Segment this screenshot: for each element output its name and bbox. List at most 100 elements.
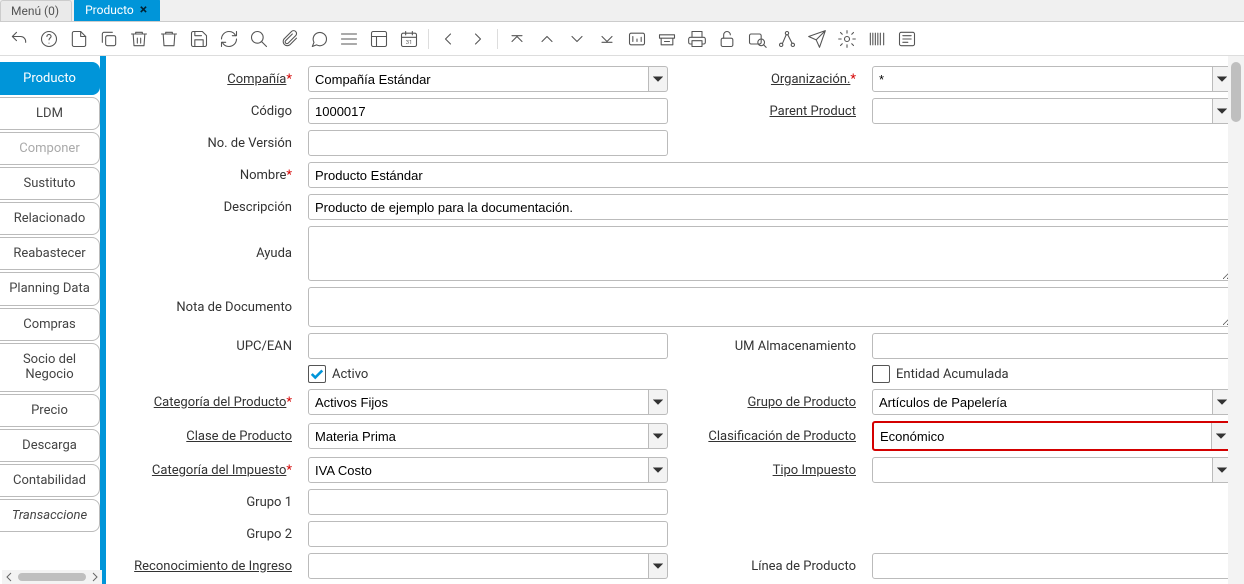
active-checkbox-row[interactable]: Activo	[308, 365, 668, 383]
lock-icon[interactable]	[716, 28, 738, 50]
active-checkbox[interactable]	[308, 365, 326, 383]
revenue-recognition-input[interactable]	[308, 553, 649, 579]
nav-next-icon[interactable]	[467, 28, 489, 50]
save-icon[interactable]	[188, 28, 210, 50]
delete-line-icon[interactable]	[128, 28, 150, 50]
tab-menu[interactable]: Menú (0)	[0, 0, 72, 21]
sidebar-item-reabastecer[interactable]: Reabastecer	[0, 237, 100, 270]
sidebar-item-label: Socio del Negocio	[6, 352, 93, 383]
label-upc: UPC/EAN	[126, 339, 296, 354]
group2-input[interactable]	[308, 521, 668, 547]
sidebar-item-label: Relacionado	[14, 211, 86, 226]
entity-acc-checkbox-row[interactable]: Entidad Acumulada	[872, 365, 1232, 383]
chevron-down-icon[interactable]	[649, 423, 668, 449]
name-input[interactable]	[308, 162, 1232, 188]
tax-type-input[interactable]	[872, 457, 1213, 483]
sidebar-item-transacciones[interactable]: Transaccione	[0, 499, 100, 532]
sidebar-item-descarga[interactable]: Descarga	[0, 429, 100, 462]
parent-product-input[interactable]	[872, 98, 1213, 124]
prod-group-combo[interactable]	[872, 389, 1232, 415]
label-prod-category: Categoría del Producto*	[126, 395, 296, 410]
revenue-recognition-combo[interactable]	[308, 553, 668, 579]
attach-icon[interactable]	[278, 28, 300, 50]
prod-category-input[interactable]	[308, 389, 649, 415]
multi-icon[interactable]	[338, 28, 360, 50]
toolbar: 31	[0, 22, 1244, 56]
scrollbar-thumb[interactable]	[18, 573, 86, 581]
settings-icon[interactable]	[836, 28, 858, 50]
close-icon[interactable]: ×	[140, 2, 147, 18]
form-icon[interactable]	[368, 28, 390, 50]
print-icon[interactable]	[686, 28, 708, 50]
find-icon[interactable]	[248, 28, 270, 50]
sidebar-item-label: Compras	[23, 317, 76, 332]
group1-input[interactable]	[308, 489, 668, 515]
nav-first-icon[interactable]	[506, 28, 528, 50]
chevron-down-icon[interactable]	[649, 457, 668, 483]
undo-icon[interactable]	[8, 28, 30, 50]
zoom-icon[interactable]	[746, 28, 768, 50]
nav-prev-icon[interactable]	[437, 28, 459, 50]
scroll-right-icon[interactable]	[90, 572, 100, 582]
nav-down-icon[interactable]	[566, 28, 588, 50]
sidebar-item-ldm[interactable]: LDM	[0, 97, 100, 130]
copy-icon[interactable]	[98, 28, 120, 50]
chat-icon[interactable]	[308, 28, 330, 50]
tab-producto[interactable]: Producto ×	[74, 0, 160, 21]
sidebar-item-producto[interactable]: Producto	[0, 62, 100, 95]
prod-classification-input[interactable]	[874, 423, 1211, 449]
sidebar-item-relacionado[interactable]: Relacionado	[0, 202, 100, 235]
nav-up-icon[interactable]	[536, 28, 558, 50]
prod-classification-combo[interactable]	[872, 421, 1232, 451]
organization-combo[interactable]	[872, 66, 1232, 92]
report-icon[interactable]	[626, 28, 648, 50]
sidebar-item-precio[interactable]: Precio	[0, 394, 100, 427]
sidebar-item-label: Componer	[19, 141, 79, 156]
help-icon[interactable]	[38, 28, 60, 50]
prod-class-input[interactable]	[308, 423, 649, 449]
account-icon[interactable]	[896, 28, 918, 50]
description-input[interactable]	[308, 194, 1232, 220]
send-icon[interactable]	[806, 28, 828, 50]
sidebar-item-compras[interactable]: Compras	[0, 308, 100, 341]
chevron-down-icon[interactable]	[649, 553, 668, 579]
help-textarea[interactable]	[308, 226, 1232, 281]
scrollbar-thumb[interactable]	[1231, 62, 1241, 122]
prod-group-input[interactable]	[872, 389, 1213, 415]
barcode-icon[interactable]	[866, 28, 888, 50]
delete-icon[interactable]	[158, 28, 180, 50]
parent-product-combo[interactable]	[872, 98, 1232, 124]
scroll-left-icon[interactable]	[4, 572, 14, 582]
product-line-input[interactable]	[872, 553, 1232, 579]
vertical-scrollbar[interactable]	[1228, 56, 1244, 584]
code-input[interactable]	[308, 98, 668, 124]
prod-class-combo[interactable]	[308, 423, 668, 449]
sidebar-item-componer[interactable]: Componer	[0, 132, 100, 165]
tax-type-combo[interactable]	[872, 457, 1232, 483]
um-storage-input[interactable]	[872, 333, 1232, 359]
entity-acc-checkbox[interactable]	[872, 365, 890, 383]
chevron-down-icon[interactable]	[649, 389, 668, 415]
tax-category-combo[interactable]	[308, 457, 668, 483]
date-icon[interactable]: 31	[398, 28, 420, 50]
doc-note-textarea[interactable]	[308, 287, 1232, 327]
prod-category-combo[interactable]	[308, 389, 668, 415]
upc-input[interactable]	[308, 333, 668, 359]
nav-last-icon[interactable]	[596, 28, 618, 50]
version-no-input[interactable]	[308, 130, 668, 156]
organization-input[interactable]	[872, 66, 1213, 92]
sidebar-item-sustituto[interactable]: Sustituto	[0, 167, 100, 200]
tax-category-input[interactable]	[308, 457, 649, 483]
sidebar-item-contabilidad[interactable]: Contabilidad	[0, 464, 100, 497]
company-combo[interactable]	[308, 66, 668, 92]
company-input[interactable]	[308, 66, 649, 92]
svg-text:31: 31	[406, 40, 413, 46]
archive-icon[interactable]	[656, 28, 678, 50]
new-icon[interactable]	[68, 28, 90, 50]
refresh-icon[interactable]	[218, 28, 240, 50]
sidebar-item-socio-negocio[interactable]: Socio del Negocio	[0, 343, 100, 392]
workflow-icon[interactable]	[776, 28, 798, 50]
chevron-down-icon[interactable]	[649, 66, 668, 92]
sidebar-item-planning-data[interactable]: Planning Data	[0, 272, 100, 306]
horizontal-scrollbar[interactable]	[2, 570, 102, 584]
